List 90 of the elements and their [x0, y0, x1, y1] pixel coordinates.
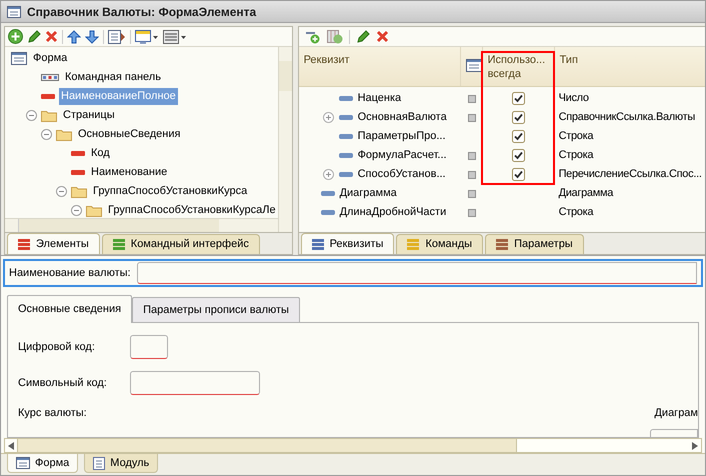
panel-tab[interactable]: Элементы: [7, 233, 100, 254]
add-icon[interactable]: [8, 29, 23, 44]
pencil-icon[interactable]: [356, 30, 370, 44]
editor-tab[interactable]: Форма: [7, 454, 78, 473]
column-header[interactable]: Использо... всегда: [488, 53, 549, 81]
monitor-dropdown-icon[interactable]: [135, 30, 159, 44]
panel-tab[interactable]: Параметры: [485, 234, 584, 254]
attribute-icon: [338, 172, 353, 177]
table-cell-text: ФормулаРасчет...: [358, 148, 447, 164]
attribute-icon: [338, 153, 353, 158]
expand-icon[interactable]: [322, 169, 334, 180]
collapse-icon[interactable]: [41, 129, 52, 140]
section-label: Курс валюты:: [18, 406, 87, 421]
down-arrow-icon[interactable]: [85, 30, 99, 44]
column-header[interactable]: Тип: [560, 53, 700, 67]
form-icon: [11, 52, 27, 65]
scroll-left-icon[interactable]: [8, 442, 14, 450]
tree-item[interactable]: ГруппаСпособУстановкиКурсаЛе: [106, 202, 278, 218]
checkbox[interactable]: [512, 130, 526, 143]
table-cell: Строка: [558, 130, 594, 142]
pencil-icon[interactable]: [27, 30, 41, 44]
table-cell: Строка: [558, 149, 594, 162]
attribute-icon: [338, 115, 353, 120]
panel-tab[interactable]: Командный интерфейс: [102, 234, 260, 254]
folder-icon: [71, 185, 87, 198]
form-tab[interactable]: Основные сведения: [7, 295, 132, 323]
field-label: Наименование валюты:: [9, 266, 131, 281]
input-field[interactable]: [130, 371, 260, 395]
collapse-icon[interactable]: [71, 205, 82, 216]
vertical-scrollbar[interactable]: [278, 47, 292, 232]
column-header[interactable]: Реквизит: [304, 53, 455, 67]
delete-icon[interactable]: [376, 30, 389, 43]
table-cell: Строка: [558, 206, 594, 218]
layout-dropdown-icon[interactable]: [163, 30, 187, 44]
field-icon: [71, 151, 85, 156]
expand-icon[interactable]: [322, 112, 334, 123]
field-label: Цифровой код:: [18, 340, 96, 355]
form-tab[interactable]: Параметры прописи валюты: [132, 297, 300, 323]
table-cell-text: Наценка: [358, 91, 402, 106]
table-cell: Диаграмма: [558, 187, 614, 200]
input-field[interactable]: [130, 335, 168, 359]
table-cell: ПеречислениеСсылка.Спос...: [558, 168, 702, 180]
form-icon: [466, 59, 482, 72]
tree-item[interactable]: Код: [89, 145, 112, 162]
table-cell-text: Диаграмма: [340, 186, 397, 202]
table-cell-text: ПараметрыПро...: [358, 129, 446, 144]
tree-item[interactable]: ОсновныеСведения: [76, 126, 182, 143]
field-icon: [71, 170, 85, 175]
window-title: Справочник Валюты: ФормаЭлемента: [27, 4, 256, 20]
field-icon: [41, 94, 55, 99]
editor-tab[interactable]: Модуль: [84, 454, 158, 473]
checkbox[interactable]: [512, 111, 526, 124]
tree-item[interactable]: Наименование: [89, 164, 170, 181]
tree-item[interactable]: ГруппаСпособУстановкиКурса: [91, 183, 250, 200]
checkbox[interactable]: [512, 168, 526, 181]
form-arrow-icon[interactable]: [108, 30, 126, 44]
delete-icon[interactable]: [45, 30, 58, 43]
tree-item[interactable]: Форма: [31, 50, 70, 67]
collapse-icon[interactable]: [26, 110, 37, 121]
folder-icon: [56, 128, 72, 141]
table-cell-text: ДлинаДробнойЧасти: [340, 205, 446, 220]
add-attribute-icon[interactable]: [304, 30, 321, 44]
horizontal-scrollbar[interactable]: [5, 218, 278, 232]
table-cell-text: СпособУстанов...: [358, 167, 446, 182]
attribute-icon: [320, 191, 335, 196]
field-label: Диаграм: [654, 406, 698, 421]
form-icon: [16, 457, 30, 469]
scroll-right-icon[interactable]: [692, 442, 698, 450]
document-icon: [93, 456, 106, 470]
attribute-icon: [338, 134, 353, 139]
panel-tab[interactable]: Команды: [396, 234, 484, 254]
tree-item[interactable]: Командная панель: [63, 69, 163, 86]
table-cell: СправочникСсылка.Валюты: [558, 111, 695, 124]
add-table-icon[interactable]: [326, 30, 343, 44]
collapse-icon[interactable]: [56, 186, 67, 197]
tree-item[interactable]: Страницы: [61, 107, 117, 124]
currency-name-field[interactable]: [136, 262, 697, 284]
attribute-icon: [320, 210, 335, 215]
up-arrow-icon[interactable]: [67, 30, 81, 44]
attribute-icon: [338, 96, 353, 101]
panel-tab[interactable]: Реквизиты: [300, 233, 394, 254]
form-icon: [7, 6, 21, 18]
table-cell-text: ОсновнаяВалюта: [358, 110, 447, 126]
checkbox[interactable]: [512, 92, 526, 105]
checkbox[interactable]: [512, 149, 526, 162]
field-label: Символьный код:: [18, 376, 108, 391]
horizontal-scrollbar[interactable]: [4, 438, 702, 453]
folder-icon: [41, 109, 57, 122]
command-bar-icon: [41, 74, 59, 81]
table-cell: Число: [558, 92, 589, 104]
